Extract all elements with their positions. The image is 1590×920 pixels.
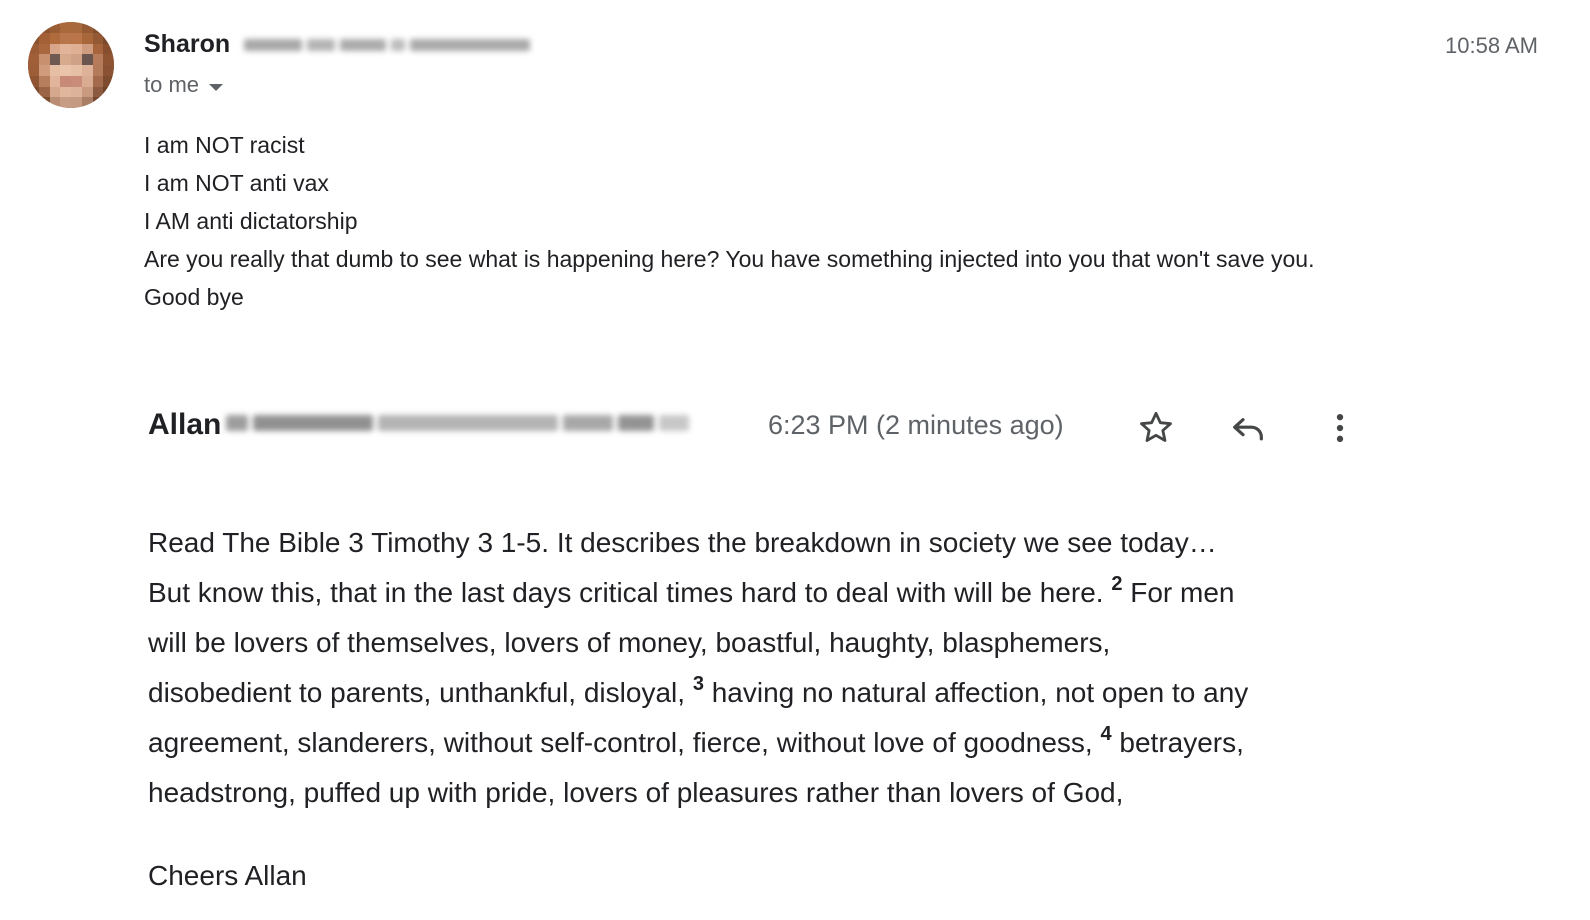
- body-line: headstrong, puffed up with pride, lovers…: [148, 777, 1124, 808]
- body-line: Are you really that dumb to see what is …: [144, 246, 1315, 272]
- body-line: But know this, that in the last days cri…: [148, 568, 1408, 618]
- reply-icon: [1233, 418, 1263, 441]
- body-text: agreement, slanderers, without self-cont…: [148, 727, 1093, 758]
- more-vert-icon: [1336, 414, 1344, 442]
- sender-email-redacted: [244, 36, 594, 58]
- message-body: I am NOT racist I am NOT anti vax I AM a…: [144, 126, 1314, 316]
- body-text: For men: [1130, 577, 1235, 608]
- body-text: having no natural affection, not open to…: [711, 677, 1249, 708]
- body-line: will be lovers of themselves, lovers of …: [148, 627, 1111, 658]
- message-timestamp: 10:58 AM: [1445, 33, 1538, 58]
- sender-email-redacted: [226, 414, 746, 444]
- body-line: I am NOT racist: [144, 132, 305, 158]
- body-line: Good bye: [144, 284, 244, 310]
- body-line: disobedient to parents, unthankful, disl…: [148, 668, 1408, 718]
- verse-number: 3: [692, 673, 704, 695]
- body-line: Read The Bible 3 Timothy 3 1-5. It descr…: [148, 527, 1217, 558]
- to-me-label: to me: [144, 72, 200, 97]
- sender-name[interactable]: Allan: [148, 408, 221, 442]
- verse-number: 2: [1111, 573, 1123, 595]
- body-text: But know this, that in the last days cri…: [148, 577, 1104, 608]
- star-icon: [1140, 411, 1172, 442]
- sender-name[interactable]: Sharon: [144, 30, 230, 59]
- signoff: Cheers Allan: [148, 860, 307, 891]
- verse-number: 4: [1100, 723, 1112, 745]
- more-options-button[interactable]: [1316, 404, 1364, 452]
- body-text: disobedient to parents, unthankful, disl…: [148, 677, 686, 708]
- message-body: Read The Bible 3 Timothy 3 1-5. It descr…: [148, 518, 1408, 818]
- message-timestamp: 6:23 PM (2 minutes ago): [768, 410, 1064, 440]
- body-line: I am NOT anti vax: [144, 170, 329, 196]
- avatar-image: [28, 22, 114, 108]
- caret-down-icon[interactable]: [209, 83, 224, 91]
- reply-button[interactable]: [1224, 404, 1272, 452]
- body-line: agreement, slanderers, without self-cont…: [148, 718, 1408, 768]
- body-text: betrayers,: [1119, 727, 1244, 758]
- sender-avatar[interactable]: [28, 22, 114, 108]
- star-button[interactable]: [1132, 404, 1180, 452]
- recipients-dropdown[interactable]: to me: [144, 72, 224, 98]
- body-line: I AM anti dictatorship: [144, 208, 358, 234]
- email-message-sharon: Sharon to me 10:58 AM I am NOT racist I …: [0, 0, 1590, 340]
